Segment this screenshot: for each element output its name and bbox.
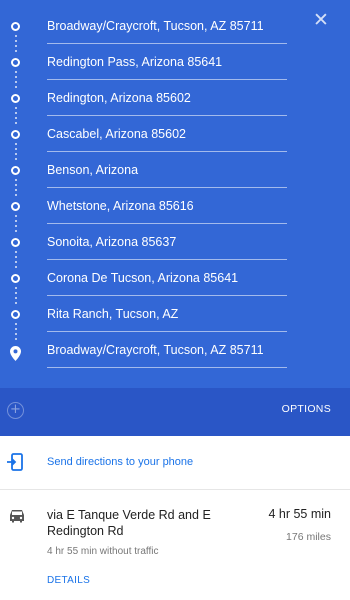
waypoint-circle-icon — [11, 58, 20, 67]
waypoint-row[interactable]: Redington Pass, Arizona 85641 — [0, 44, 300, 80]
route-traffic-note: 4 hr 55 min without traffic — [47, 546, 159, 557]
connector-dot — [14, 179, 17, 181]
waypoint-row[interactable]: Whetstone, Arizona 85616 — [0, 188, 300, 224]
connector-dot — [14, 107, 17, 109]
waypoint-row[interactable]: Broadway/Craycroft, Tucson, AZ 85711 — [0, 8, 300, 44]
connector-dot — [14, 117, 17, 119]
connector-dot — [14, 122, 17, 124]
connector-dot — [14, 333, 17, 335]
waypoint-row[interactable]: Benson, Arizona — [0, 152, 300, 188]
connector-dot — [14, 266, 17, 268]
connector-dot — [14, 35, 17, 37]
waypoint-row[interactable]: Broadway/Craycroft, Tucson, AZ 85711 — [0, 332, 300, 368]
connector-dot — [14, 225, 17, 227]
waypoint-circle-icon — [11, 274, 20, 283]
waypoint-input[interactable]: Redington, Arizona 85602 — [47, 80, 287, 116]
connector-dot — [14, 189, 17, 191]
waypoint-input[interactable]: Corona De Tucson, Arizona 85641 — [47, 260, 287, 296]
connector-dot — [14, 256, 17, 258]
add-destination-icon[interactable]: + — [7, 402, 24, 419]
connector-dot — [14, 297, 17, 299]
connector-dot — [14, 230, 17, 232]
connector-dot — [14, 76, 17, 78]
directions-header: ✕ Broadway/Craycroft, Tucson, AZ 85711 R… — [0, 0, 350, 388]
connector-dot — [14, 194, 17, 196]
connector-dot — [14, 148, 17, 150]
waypoint-input[interactable]: Sonoita, Arizona 85637 — [47, 224, 287, 260]
connector-dot — [14, 45, 17, 47]
connector-dot — [14, 261, 17, 263]
waypoint-circle-icon — [11, 22, 20, 31]
waypoint-row[interactable]: Rita Ranch, Tucson, AZ — [0, 296, 300, 332]
connector-dot — [14, 287, 17, 289]
connector-dot — [14, 143, 17, 145]
connector-dot — [14, 220, 17, 222]
map-pin-icon — [10, 346, 21, 361]
send-directions-link[interactable]: Send directions to your phone — [47, 456, 193, 468]
connector-dot — [14, 40, 17, 42]
waypoint-circle-icon — [11, 166, 20, 175]
waypoint-input[interactable]: Broadway/Craycroft, Tucson, AZ 85711 — [47, 8, 287, 44]
waypoint-row[interactable]: Redington, Arizona 85602 — [0, 80, 300, 116]
waypoint-input[interactable]: Benson, Arizona — [47, 152, 287, 188]
connector-dot — [14, 50, 17, 52]
connector-dot — [14, 292, 17, 294]
connector-dot — [14, 112, 17, 114]
options-button[interactable]: OPTIONS — [282, 403, 331, 415]
connector-dot — [14, 153, 17, 155]
route-duration: 4 hr 55 min — [268, 507, 331, 521]
waypoint-input[interactable]: Broadway/Craycroft, Tucson, AZ 85711 — [47, 332, 287, 368]
connector-dot — [14, 251, 17, 253]
waypoint-circle-icon — [11, 238, 20, 247]
connector-dot — [14, 71, 17, 73]
car-icon — [10, 510, 24, 523]
waypoint-row[interactable]: Sonoita, Arizona 85637 — [0, 224, 300, 260]
route-via-text[interactable]: via E Tanque Verde Rd and E Redington Rd — [47, 507, 237, 539]
connector-dot — [14, 81, 17, 83]
waypoint-input[interactable]: Cascabel, Arizona 85602 — [47, 116, 287, 152]
connector-dot — [14, 158, 17, 160]
waypoint-input[interactable]: Redington Pass, Arizona 85641 — [47, 44, 287, 80]
waypoint-circle-icon — [11, 130, 20, 139]
connector-dot — [14, 86, 17, 88]
connector-dot — [14, 323, 17, 325]
connector-dot — [14, 302, 17, 304]
waypoint-circle-icon — [11, 202, 20, 211]
waypoint-row[interactable]: Cascabel, Arizona 85602 — [0, 116, 300, 152]
connector-dot — [14, 328, 17, 330]
waypoint-input[interactable]: Rita Ranch, Tucson, AZ — [47, 296, 287, 332]
waypoint-circle-icon — [11, 94, 20, 103]
connector-dot — [14, 184, 17, 186]
connector-dot — [14, 338, 17, 340]
phone-send-icon — [7, 453, 23, 471]
close-icon[interactable]: ✕ — [309, 8, 333, 32]
waypoint-circle-icon — [11, 310, 20, 319]
details-button[interactable]: DETAILS — [47, 575, 90, 586]
waypoint-row[interactable]: Corona De Tucson, Arizona 85641 — [0, 260, 300, 296]
send-to-phone-row[interactable]: Send directions to your phone — [0, 436, 350, 490]
connector-dot — [14, 215, 17, 217]
route-distance: 176 miles — [286, 531, 331, 543]
waypoint-input[interactable]: Whetstone, Arizona 85616 — [47, 188, 287, 224]
